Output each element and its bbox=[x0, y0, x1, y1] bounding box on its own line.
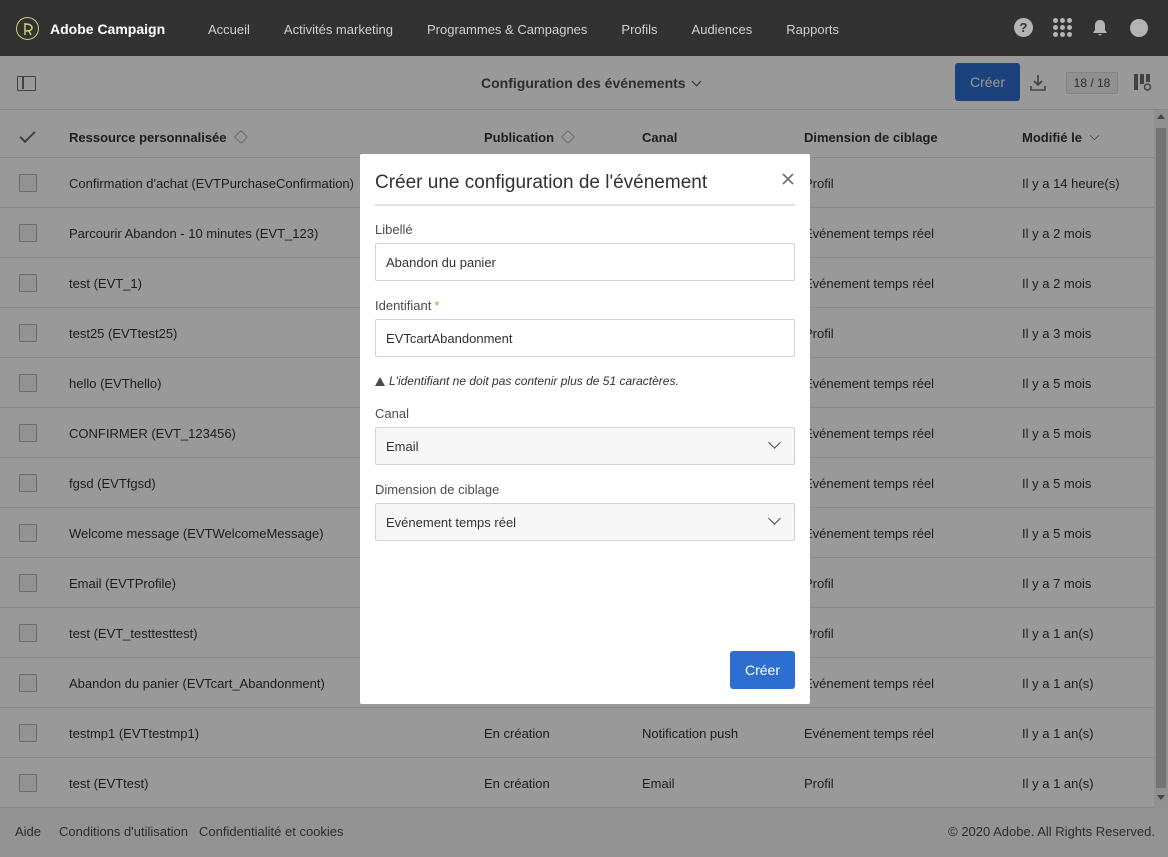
channel-selected-value: Email bbox=[386, 439, 419, 454]
nav-item-accueil[interactable]: Accueil bbox=[208, 22, 250, 37]
user-avatar[interactable] bbox=[1130, 18, 1148, 37]
required-marker: * bbox=[434, 298, 440, 313]
top-right-icons: ? bbox=[1014, 18, 1148, 37]
dialog-create-button[interactable]: Créer bbox=[730, 651, 795, 689]
main-nav: Accueil Activités marketing Programmes &… bbox=[208, 22, 873, 37]
nav-item-rapports[interactable]: Rapports bbox=[786, 22, 839, 37]
warning-icon bbox=[375, 377, 385, 386]
dialog-title: Créer une configuration de l'événement bbox=[375, 172, 708, 193]
nav-item-activites-marketing[interactable]: Activités marketing bbox=[284, 22, 393, 37]
dialog-divider bbox=[375, 204, 795, 206]
channel-field-label: Canal bbox=[375, 406, 409, 421]
app-switcher-icon[interactable] bbox=[1053, 18, 1072, 37]
adobe-campaign-logo-icon[interactable] bbox=[16, 17, 39, 40]
chevron-down-icon bbox=[768, 436, 781, 449]
targeting-field-label: Dimension de ciblage bbox=[375, 482, 500, 497]
nav-item-programmes-campagnes[interactable]: Programmes & Campagnes bbox=[427, 22, 587, 37]
identifier-field-label: Identifiant * bbox=[375, 298, 439, 313]
targeting-dimension-select[interactable]: Evénement temps réel bbox=[375, 503, 795, 541]
chevron-down-icon bbox=[768, 512, 781, 525]
brand-name[interactable]: Adobe Campaign bbox=[50, 21, 165, 37]
identifier-hint: L'identifiant ne doit pas contenir plus … bbox=[375, 374, 679, 388]
notifications-bell-icon[interactable] bbox=[1092, 19, 1108, 37]
help-icon[interactable]: ? bbox=[1014, 18, 1033, 37]
identifier-input[interactable] bbox=[375, 319, 795, 357]
close-icon[interactable] bbox=[781, 172, 795, 186]
label-input[interactable] bbox=[375, 243, 795, 281]
nav-item-audiences[interactable]: Audiences bbox=[692, 22, 753, 37]
logo-glyph-icon bbox=[23, 22, 33, 35]
identifier-label-text: Identifiant bbox=[375, 298, 432, 313]
top-nav-bar: Adobe Campaign Accueil Activités marketi… bbox=[0, 0, 1168, 56]
nav-item-profils[interactable]: Profils bbox=[621, 22, 657, 37]
targeting-selected-value: Evénement temps réel bbox=[386, 515, 517, 530]
channel-select[interactable]: Email bbox=[375, 427, 795, 465]
label-field-label: Libellé bbox=[375, 222, 413, 237]
identifier-hint-text: L'identifiant ne doit pas contenir plus … bbox=[389, 374, 679, 388]
create-event-config-dialog: Créer une configuration de l'événement L… bbox=[360, 154, 810, 704]
